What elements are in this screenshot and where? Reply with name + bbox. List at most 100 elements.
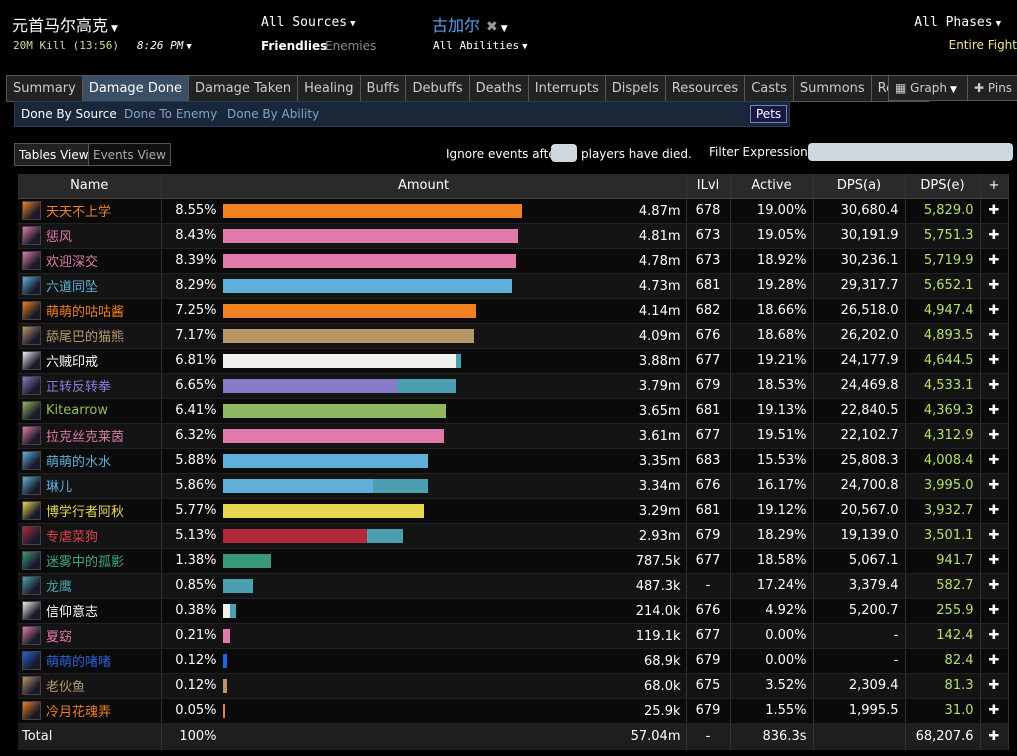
add-button[interactable]: ✚: [980, 473, 1009, 499]
graph-button[interactable]: ▦ Graph ▼: [888, 75, 968, 101]
tab-dispels[interactable]: Dispels: [604, 76, 666, 102]
player-cell[interactable]: 龙鹰: [18, 573, 162, 599]
table-row[interactable]: 萌萌的咕咕酱 7.25% 4.14m 682 18.66% 26,518.0 4,947.4…: [18, 298, 1009, 324]
table-row[interactable]: 拉克丝克莱茵 6.32% 3.61m 677 19.51% 22,102.7 4,312.9…: [18, 423, 1009, 449]
table-row[interactable]: 夏窈 0.21% 119.1k 677 0.00% -142.4 ✚: [18, 623, 1009, 649]
table-row[interactable]: 琳儿 5.86% 3.34m 676 16.17% 24,700.8 3,995.0 ✚: [18, 473, 1009, 499]
player-cell[interactable]: 萌萌的水水: [18, 448, 162, 474]
fight-range[interactable]: Entire Fight: [949, 38, 1017, 52]
add-button[interactable]: ✚: [980, 348, 1009, 374]
table-row[interactable]: 专虐菜狗 5.13% 2.93m 679 18.29% 19,139.0 3,501.1 ✚: [18, 523, 1009, 549]
subtab-done-by-ability[interactable]: Done By Ability: [227, 107, 319, 121]
add-button[interactable]: ✚: [980, 298, 1009, 324]
col-active[interactable]: Active: [730, 174, 814, 199]
player-name[interactable]: 惩风: [46, 230, 72, 245]
close-icon[interactable]: ✖: [486, 19, 498, 35]
ability-selector[interactable]: All Abilities ▼: [433, 39, 528, 52]
table-row[interactable]: 六贼印戒 6.81% 3.88m 677 19.21% 24,177.9 4,644.5 ✚: [18, 348, 1009, 374]
player-name[interactable]: 萌萌的啫啫: [46, 655, 111, 670]
col-dpsa[interactable]: DPS(a): [813, 174, 906, 199]
tab-debuffs[interactable]: Debuffs: [405, 76, 470, 102]
player-name[interactable]: 天天不上学: [46, 205, 111, 220]
player-name[interactable]: 专虐菜狗: [46, 530, 98, 545]
player-cell[interactable]: 六道同坠: [18, 273, 162, 299]
player-name[interactable]: 夏窈: [46, 630, 72, 645]
col-add[interactable]: +: [980, 174, 1009, 199]
player-cell[interactable]: 信仰意志: [18, 598, 162, 624]
filter-expression-input[interactable]: [808, 143, 1013, 161]
phase-selector[interactable]: All Phases ▼: [914, 15, 1001, 30]
player-cell[interactable]: 夏窈: [18, 623, 162, 649]
total-add-button[interactable]: ✚: [980, 722, 1009, 750]
player-cell[interactable]: 琳儿: [18, 473, 162, 499]
player-name[interactable]: 正转反转拳: [46, 380, 111, 395]
subtab-done-to-enemy[interactable]: Done To Enemy: [124, 107, 217, 121]
player-name[interactable]: 博学行者阿秋: [46, 505, 124, 520]
table-row[interactable]: 萌萌的啫啫 0.12% 68.9k 679 0.00% -82.4 ✚: [18, 648, 1009, 674]
fight-selector[interactable]: 8:26 PM ▼: [137, 39, 192, 52]
player-name[interactable]: 萌萌的咕咕酱: [46, 305, 124, 320]
add-button[interactable]: ✚: [980, 623, 1009, 649]
add-button[interactable]: ✚: [980, 223, 1009, 249]
col-dpse[interactable]: DPS(e): [905, 174, 981, 199]
player-cell[interactable]: 博学行者阿秋: [18, 498, 162, 524]
player-cell[interactable]: Kitearrow: [18, 398, 162, 424]
tab-buffs[interactable]: Buffs: [359, 76, 407, 102]
tab-casts[interactable]: Casts: [744, 76, 794, 102]
events-view-tab[interactable]: Events View: [88, 143, 171, 166]
player-cell[interactable]: 专虐菜狗: [18, 523, 162, 549]
col-name[interactable]: Name: [18, 174, 162, 199]
tab-resources[interactable]: Resources: [664, 76, 746, 102]
player-name[interactable]: 拉克丝克莱茵: [46, 430, 124, 445]
add-button[interactable]: ✚: [980, 673, 1009, 699]
enemies-toggle[interactable]: Enemies: [325, 39, 376, 53]
player-cell[interactable]: 六贼印戒: [18, 348, 162, 374]
table-row[interactable]: 舔尾巴的猫熊 7.17% 4.09m 676 18.68% 26,202.0 4,893.5…: [18, 323, 1009, 349]
table-row[interactable]: 萌萌的水水 5.88% 3.35m 683 15.53% 25,808.3 4,008.4 ✚: [18, 448, 1009, 474]
add-button[interactable]: ✚: [980, 273, 1009, 299]
add-button[interactable]: ✚: [980, 423, 1009, 449]
add-button[interactable]: ✚: [980, 523, 1009, 549]
player-name[interactable]: 老伙鱼: [46, 680, 85, 695]
player-name[interactable]: 六道同坠: [46, 280, 98, 295]
add-button[interactable]: ✚: [980, 373, 1009, 399]
tab-interrupts[interactable]: Interrupts: [527, 76, 606, 102]
col-ilvl[interactable]: ILvl: [686, 174, 731, 199]
player-name[interactable]: 迷雾中的孤影: [46, 555, 124, 570]
player-name[interactable]: 琳儿: [46, 480, 72, 495]
table-row[interactable]: 迷雾中的孤影 1.38% 787.5k 677 18.58% 5,067.1 941.7 ✚: [18, 548, 1009, 574]
add-button[interactable]: ✚: [980, 398, 1009, 424]
player-cell[interactable]: 老伙鱼: [18, 673, 162, 699]
player-name[interactable]: Kitearrow: [46, 403, 108, 418]
add-button[interactable]: ✚: [980, 573, 1009, 599]
player-name[interactable]: 冷月花魂弄: [46, 705, 111, 720]
table-row[interactable]: 信仰意志 0.38% 214.0k 676 4.92% 5,200.7 255.9 ✚: [18, 598, 1009, 624]
tab-summons[interactable]: Summons: [792, 76, 872, 102]
tab-damage-taken[interactable]: Damage Taken: [188, 76, 299, 102]
table-row[interactable]: 老伙鱼 0.12% 68.0k 675 3.52% 2,309.4 81.3 ✚: [18, 673, 1009, 699]
pets-toggle[interactable]: Pets: [750, 105, 788, 123]
player-cell[interactable]: 迷雾中的孤影: [18, 548, 162, 574]
player-name[interactable]: 六贼印戒: [46, 355, 98, 370]
add-button[interactable]: ✚: [980, 448, 1009, 474]
tab-healing[interactable]: Healing: [297, 76, 361, 102]
table-row[interactable]: 冷月花魂弄 0.05% 25.9k 679 1.55% 1,995.5 31.0 ✚: [18, 698, 1009, 724]
add-button[interactable]: ✚: [980, 648, 1009, 674]
add-button[interactable]: ✚: [980, 323, 1009, 349]
player-cell[interactable]: 欢迎深交: [18, 248, 162, 274]
player-cell[interactable]: 正转反转拳: [18, 373, 162, 399]
player-cell[interactable]: 拉克丝克莱茵: [18, 423, 162, 449]
add-button[interactable]: ✚: [980, 198, 1009, 224]
death-count-input[interactable]: [551, 144, 577, 162]
player-name[interactable]: 信仰意志: [46, 605, 98, 620]
table-row[interactable]: 正转反转拳 6.65% 3.79m 679 18.53% 24,469.8 4,533.1 ✚: [18, 373, 1009, 399]
player-name[interactable]: 欢迎深交: [46, 255, 98, 270]
friendlies-toggle[interactable]: Friendlies: [261, 39, 327, 53]
col-amount[interactable]: Amount: [161, 174, 687, 199]
tab-damage-done[interactable]: Damage Done: [81, 76, 190, 102]
add-button[interactable]: ✚: [980, 698, 1009, 724]
player-cell[interactable]: 天天不上学: [18, 198, 162, 224]
pins-button[interactable]: ✚ Pins: [967, 75, 1017, 101]
player-name[interactable]: 龙鹰: [46, 580, 72, 595]
table-row[interactable]: 天天不上学 8.55% 4.87m 678 19.00% 30,680.4 5,829.0 ✚: [18, 198, 1009, 224]
